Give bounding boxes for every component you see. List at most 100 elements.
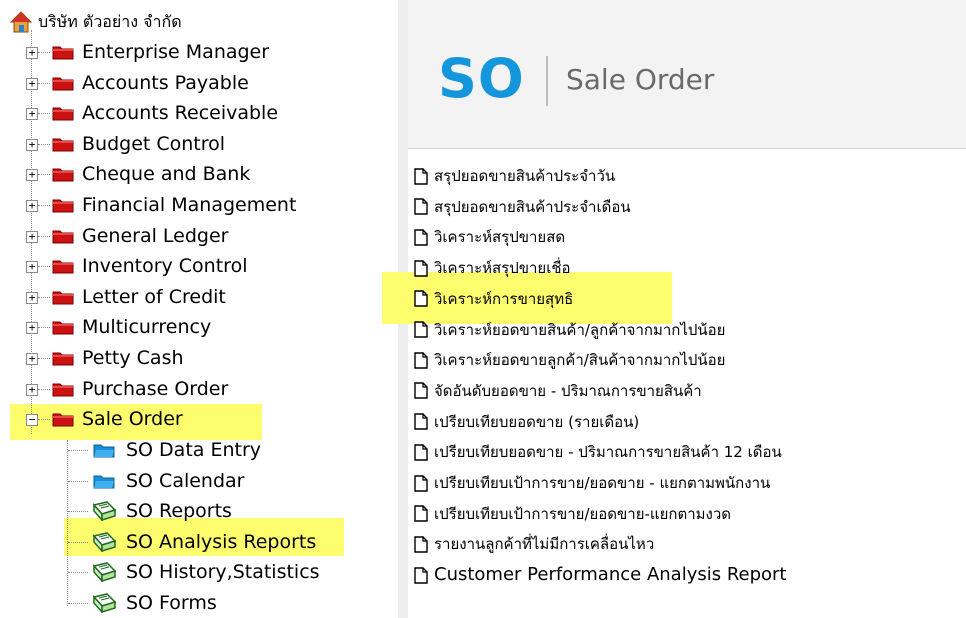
expander-accounts-payable[interactable]: + [26, 77, 38, 90]
tree-item-so-reports[interactable]: SO Reports [90, 497, 232, 525]
home-icon [10, 11, 32, 33]
tree-module-inventory-control[interactable]: Inventory Control [52, 252, 247, 280]
red-folder-icon [52, 136, 74, 152]
tree-module-petty-cash[interactable]: Petty Cash [52, 344, 184, 372]
tree-module-label: Accounts Payable [82, 71, 249, 94]
report-link[interactable]: วิเคราะห์ยอดขายสินค้า/ลูกค้าจากมากไปน้อย [414, 316, 725, 344]
expander-cheque-and-bank[interactable]: + [26, 169, 38, 182]
tree-module-label: Cheque and Bank [82, 163, 251, 186]
report-link[interactable]: วิเคราะห์สรุปขายสด [414, 223, 565, 251]
tree-item-label: SO Forms [126, 592, 217, 614]
tree-root[interactable]: บริษัท ตัวอย่าง จำกัด [10, 8, 182, 36]
module-name: Sale Order [566, 63, 715, 96]
report-link[interactable]: Customer Performance Analysis Report [414, 561, 787, 589]
report-link[interactable]: เปรียบเทียบยอดขาย (รายเดือน) [414, 408, 639, 436]
tree-module-budget-control[interactable]: Budget Control [52, 130, 225, 158]
tree-item-so-forms[interactable]: SO Forms [90, 589, 217, 617]
report-book-icon [90, 593, 118, 613]
expander-purchase-order[interactable]: + [26, 383, 38, 396]
report-label: วิเคราะห์สรุปขายสด [434, 228, 566, 247]
report-label: รายงานลูกค้าที่ไม่มีการเคลื่อนไหว [434, 535, 655, 554]
banner-separator [546, 56, 548, 106]
tree-module-cheque-and-bank[interactable]: Cheque and Bank [52, 160, 250, 188]
report-link[interactable]: วิเคราะห์ยอดขายลูกค้า/สินค้าจากมากไปน้อย [414, 346, 725, 374]
document-icon [414, 351, 434, 369]
report-book-icon [90, 501, 118, 522]
tree-module-multicurrency[interactable]: Multicurrency [52, 313, 211, 341]
tree-module-label: Petty Cash [82, 347, 184, 369]
document-icon [414, 566, 434, 584]
red-folder-icon [52, 319, 74, 335]
tree-item-label: SO Analysis Reports [126, 530, 317, 553]
tree-module-general-ledger[interactable]: General Ledger [52, 222, 228, 250]
report-label: วิเคราะห์การขายสุทธิ [434, 289, 574, 308]
red-folder-icon [52, 166, 74, 182]
report-label: Customer Performance Analysis Report [434, 564, 787, 586]
report-label: เปรียบเทียบยอดขาย - ปริมาณการขายสินค้า 1… [434, 443, 782, 462]
document-icon [414, 444, 434, 461]
expander-enterprise-manager[interactable]: + [26, 47, 38, 59]
report-link[interactable]: สรุปยอดขายสินค้าประจำเดือน [414, 193, 631, 221]
tree-module-enterprise-manager[interactable]: Enterprise Manager [52, 38, 269, 66]
document-icon [414, 290, 434, 307]
document-icon [414, 505, 434, 522]
tree-item-label: SO Reports [126, 500, 232, 523]
report-link[interactable]: เปรียบเทียบเป้าการขาย/ยอดขาย-แยกตามงวด [414, 500, 731, 528]
expander-accounts-receivable[interactable]: + [26, 108, 38, 121]
expander-general-ledger[interactable]: + [26, 230, 38, 243]
report-label: วิเคราะห์สรุปขายเชื่อ [434, 259, 571, 278]
red-folder-icon [52, 44, 74, 60]
expander-letter-of-credit[interactable]: + [26, 291, 38, 304]
tree-module-accounts-payable[interactable]: Accounts Payable [52, 69, 249, 97]
report-link[interactable]: เปรียบเทียบเป้าการขาย/ยอดขาย - แยกตามพนั… [414, 469, 770, 497]
expander-financial-management[interactable]: + [26, 200, 38, 212]
tree-item-so-history-statistics[interactable]: SO History,Statistics [90, 558, 320, 586]
expander-petty-cash[interactable]: + [26, 353, 38, 365]
report-label: วิเคราะห์ยอดขายสินค้า/ลูกค้าจากมากไปน้อย [434, 320, 726, 339]
tree-module-letter-of-credit[interactable]: Letter of Credit [52, 283, 226, 311]
report-label: สรุปยอดขายสินค้าประจำเดือน [434, 197, 631, 216]
tree-module-label: Purchase Order [82, 377, 229, 400]
report-link[interactable]: วิเคราะห์การขายสุทธิ [414, 285, 573, 313]
tree-module-financial-management[interactable]: Financial Management [52, 191, 296, 219]
red-folder-icon [52, 197, 74, 213]
report-label: สรุปยอดขายสินค้าประจำวัน [434, 167, 616, 185]
tree-module-label: Enterprise Manager [82, 41, 270, 63]
expander-sale-order[interactable]: − [26, 414, 38, 427]
tree-module-accounts-receivable[interactable]: Accounts Receivable [52, 99, 278, 127]
tree-item-so-analysis-reports[interactable]: SO Analysis Reports [90, 528, 316, 556]
red-folder-icon [52, 75, 74, 91]
report-book-icon [90, 562, 118, 583]
report-link[interactable]: เปรียบเทียบยอดขาย - ปริมาณการขายสินค้า 1… [414, 438, 782, 466]
report-link[interactable]: วิเคราะห์สรุปขายเชื่อ [414, 254, 571, 282]
red-folder-icon [52, 258, 74, 274]
tree-item-label: SO History,Statistics [126, 561, 320, 584]
tree-module-purchase-order[interactable]: Purchase Order [52, 375, 228, 403]
tree-module-label: General Ledger [82, 224, 229, 247]
tree-module-label: Sale Order [82, 408, 183, 431]
red-folder-icon [52, 350, 74, 366]
expander-inventory-control[interactable]: + [26, 261, 38, 274]
document-icon [414, 474, 434, 492]
tree-module-sale-order[interactable]: Sale Order [52, 405, 183, 433]
report-link[interactable]: จัดอันดับยอดขาย - ปริมาณการขายสินค้า [414, 377, 702, 405]
report-panel: SO Sale Order สรุปยอดขายสินค้าประจำวันสร… [382, 0, 966, 618]
tree-module-label: Accounts Receivable [82, 102, 279, 125]
tree-item-so-calendar[interactable]: SO Calendar [90, 467, 245, 495]
document-icon [414, 167, 434, 185]
module-code: SO [438, 47, 525, 110]
document-icon [414, 321, 434, 338]
tree-module-label: Letter of Credit [82, 285, 226, 308]
red-folder-icon [52, 411, 74, 427]
expander-multicurrency[interactable]: + [26, 322, 38, 335]
document-icon [414, 413, 434, 430]
report-link[interactable]: รายงานลูกค้าที่ไม่มีการเคลื่อนไหว [414, 530, 654, 558]
report-book-icon [90, 531, 118, 552]
report-label: เปรียบเทียบเป้าการขาย/ยอดขาย-แยกตามงวด [434, 504, 731, 523]
tree-item-so-data-entry[interactable]: SO Data Entry [90, 436, 261, 464]
red-folder-icon [52, 105, 74, 121]
red-folder-icon [52, 381, 74, 397]
expander-budget-control[interactable]: + [26, 138, 38, 151]
module-tree: บริษัท ตัวอย่าง จำกัด + Enterprise Manage… [0, 0, 398, 618]
report-link[interactable]: สรุปยอดขายสินค้าประจำวัน [414, 162, 615, 190]
